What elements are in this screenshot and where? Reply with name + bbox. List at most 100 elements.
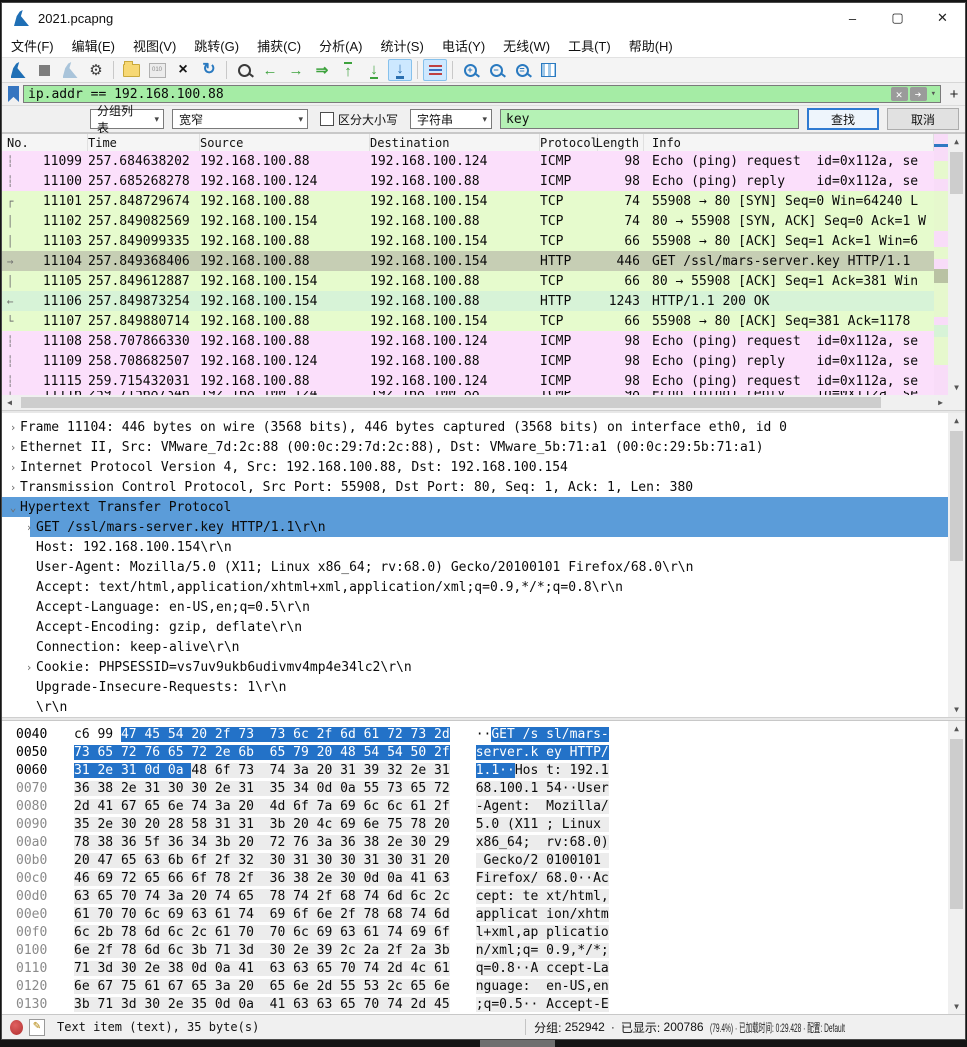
menu-item-捕获C[interactable]: 捕获(C): [248, 33, 310, 57]
packet-row-11102[interactable]: │ 11102 257.849082569 192.168.100.154 192.16…: [2, 211, 934, 231]
hex-row-0090[interactable]: 0090 35 2e 30 20 28 58 31 31 3b 20 4c 69 …: [2, 815, 965, 833]
hex-row-0110[interactable]: 0110 71 3d 30 2e 38 0d 0a 41 63 63 65 70 …: [2, 959, 965, 977]
find-text-input[interactable]: key: [500, 109, 799, 129]
detail-line-5[interactable]: › GET /ssl/mars-server.key HTTP/1.1\r\n: [2, 517, 948, 537]
expert-info-icon[interactable]: [10, 1019, 23, 1035]
reload-button[interactable]: ↻: [197, 59, 221, 81]
scroll-up-icon[interactable]: ▲: [948, 134, 965, 149]
menu-item-无线W[interactable]: 无线(W): [494, 33, 559, 57]
menu-item-跳转G[interactable]: 跳转(G): [185, 33, 248, 57]
hex-row-00e0[interactable]: 00e0 61 70 70 6c 69 63 61 74 69 6f 6e 2f …: [2, 905, 965, 923]
scroll-down-icon[interactable]: ▼: [948, 999, 965, 1014]
filter-bookmark-icon[interactable]: [8, 86, 19, 102]
minimize-button[interactable]: –: [830, 3, 875, 33]
detail-line-2[interactable]: › Internet Protocol Version 4, Src: 192.1…: [2, 457, 948, 477]
detail-line-6[interactable]: Host: 192.168.100.154\r\n: [2, 537, 948, 557]
filter-clear-icon[interactable]: ✕: [890, 87, 908, 101]
maximize-button[interactable]: ▢: [875, 3, 920, 33]
detail-line-12[interactable]: › Cookie: PHPSESSID=vs7uv9ukb6udivmv4mp4e…: [2, 657, 948, 677]
close-file-button[interactable]: ×: [171, 59, 195, 81]
scroll-down-icon[interactable]: ▼: [948, 702, 965, 717]
column-header-protocol[interactable]: Protocol: [540, 134, 598, 151]
hex-row-00d0[interactable]: 00d0 63 65 70 74 3a 20 74 65 78 74 2f 68 …: [2, 887, 965, 905]
hex-row-0130[interactable]: 0130 3b 71 3d 30 2e 35 0d 0a 41 63 63 65 …: [2, 995, 965, 1013]
capture-options-button[interactable]: ⚙: [84, 59, 108, 81]
column-header-time[interactable]: Time: [88, 134, 200, 151]
packet-row-11105[interactable]: │ 11105 257.849612887 192.168.100.154 192.16…: [2, 271, 934, 291]
hex-row-00f0[interactable]: 00f0 6c 2b 78 6d 6c 2c 61 70 70 6c 69 63 …: [2, 923, 965, 941]
expander-closed-icon[interactable]: ›: [6, 481, 20, 494]
menu-item-文件F[interactable]: 文件(F): [2, 33, 63, 57]
detail-line-1[interactable]: › Ethernet II, Src: VMware_7d:2c:88 (00:0…: [2, 437, 948, 457]
go-last-button[interactable]: ↓: [362, 59, 386, 81]
go-to-packet-button[interactable]: ⇒: [310, 59, 334, 81]
find-scope-select[interactable]: 分组列表 ▾: [90, 104, 164, 135]
packet-row-11108[interactable]: ┆ 11108 258.707866330 192.168.100.88 192.168…: [2, 331, 934, 351]
packet-row-11115[interactable]: ┆ 11115 259.715432031 192.168.100.88 192.168…: [2, 371, 934, 391]
detail-line-14[interactable]: \r\n: [2, 697, 948, 717]
hex-row-0040[interactable]: 0040 c6 99 47 45 54 20 2f 73 73 6c 2f 6d …: [2, 725, 965, 743]
packet-row-11099[interactable]: ┆ 11099 257.684638202 192.168.100.88 192.168…: [2, 151, 934, 171]
expander-closed-icon[interactable]: ›: [22, 661, 36, 674]
packet-list-hscrollbar[interactable]: ◀ ▶: [2, 395, 948, 410]
colorize-button[interactable]: [423, 59, 447, 81]
zoom-reset-button[interactable]: =: [510, 59, 534, 81]
close-button[interactable]: ✕: [920, 3, 965, 33]
column-header-source[interactable]: Source: [200, 134, 370, 151]
menu-item-编辑E[interactable]: 编辑(E): [63, 33, 124, 57]
hex-row-0080[interactable]: 0080 2d 41 67 65 6e 74 3a 20 4d 6f 7a 69 …: [2, 797, 965, 815]
scroll-down-icon[interactable]: ▼: [948, 380, 965, 395]
packet-list-vscrollbar[interactable]: ▲ ▼: [948, 134, 965, 395]
resize-columns-button[interactable]: [536, 59, 560, 81]
column-header-destination[interactable]: Destination: [370, 134, 540, 151]
detail-line-13[interactable]: Upgrade-Insecure-Requests: 1\r\n: [2, 677, 948, 697]
auto-scroll-button[interactable]: ↓: [388, 59, 412, 81]
details-vscrollbar[interactable]: ▲ ▼: [948, 413, 965, 717]
capture-comment-icon[interactable]: ✎: [29, 1018, 45, 1036]
column-header-info[interactable]: Info: [644, 134, 934, 151]
packet-list-header[interactable]: No. Time Source Destination Protocol Length In…: [2, 134, 934, 152]
bytes-vscrollbar[interactable]: ▲ ▼: [948, 721, 965, 1014]
detail-line-8[interactable]: Accept: text/html,application/xhtml+xml,…: [2, 577, 948, 597]
detail-line-0[interactable]: › Frame 11104: 446 bytes on wire (3568 bi…: [2, 417, 948, 437]
detail-line-4[interactable]: ⌄ Hypertext Transfer Protocol: [2, 497, 948, 517]
scroll-up-icon[interactable]: ▲: [948, 721, 965, 736]
packet-row-11107[interactable]: └ 11107 257.849880714 192.168.100.88 192.168…: [2, 311, 934, 331]
hex-row-0050[interactable]: 0050 73 65 72 76 65 72 2e 6b 65 79 20 48 …: [2, 743, 965, 761]
packet-row-11103[interactable]: │ 11103 257.849099335 192.168.100.88 192.168…: [2, 231, 934, 251]
menu-item-帮助H[interactable]: 帮助(H): [620, 33, 682, 57]
hex-row-0070[interactable]: 0070 36 38 2e 31 30 30 2e 31 35 34 0d 0a …: [2, 779, 965, 797]
menu-item-电话Y[interactable]: 电话(Y): [433, 33, 494, 57]
go-forward-button[interactable]: →: [284, 59, 308, 81]
menu-item-视图V[interactable]: 视图(V): [124, 33, 185, 57]
expander-closed-icon[interactable]: ›: [6, 461, 20, 474]
column-header-length[interactable]: Length: [596, 134, 644, 151]
case-sensitive-checkbox[interactable]: [320, 112, 334, 126]
hex-row-00c0[interactable]: 00c0 46 69 72 65 66 6f 78 2f 36 38 2e 30 …: [2, 869, 965, 887]
filter-apply-icon[interactable]: ➔: [909, 87, 927, 101]
hex-row-00a0[interactable]: 00a0 78 38 36 5f 36 34 3b 20 72 76 3a 36 …: [2, 833, 965, 851]
packet-row-11104[interactable]: → 11104 257.849368406 192.168.100.88 192.168…: [2, 251, 934, 271]
packet-row-11100[interactable]: ┆ 11100 257.685268278 192.168.100.124 192.16…: [2, 171, 934, 191]
capture-stop-button[interactable]: [32, 59, 56, 81]
packet-row-11106[interactable]: ← 11106 257.849873254 192.168.100.154 192.16…: [2, 291, 934, 311]
find-type-select[interactable]: 字符串 ▾: [410, 109, 493, 129]
detail-line-9[interactable]: Accept-Language: en-US,en;q=0.5\r\n: [2, 597, 948, 617]
menu-item-分析A[interactable]: 分析(A): [310, 33, 371, 57]
detail-line-10[interactable]: Accept-Encoding: gzip, deflate\r\n: [2, 617, 948, 637]
detail-line-7[interactable]: User-Agent: Mozilla/5.0 (X11; Linux x86_…: [2, 557, 948, 577]
packet-row-11109[interactable]: ┆ 11109 258.708682507 192.168.100.124 192.16…: [2, 351, 934, 371]
cancel-button[interactable]: 取消: [887, 108, 959, 130]
scroll-left-icon[interactable]: ◀: [2, 398, 17, 407]
capture-start-button[interactable]: [6, 59, 30, 81]
detail-line-11[interactable]: Connection: keep-alive\r\n: [2, 637, 948, 657]
save-file-button[interactable]: 010: [145, 59, 169, 81]
find-width-select[interactable]: 宽窄 ▾: [172, 109, 308, 129]
go-back-button[interactable]: ←: [258, 59, 282, 81]
go-first-button[interactable]: ↑: [336, 59, 360, 81]
expander-closed-icon[interactable]: ›: [22, 521, 36, 534]
scroll-up-icon[interactable]: ▲: [948, 413, 965, 428]
hex-row-0060[interactable]: 0060 31 2e 31 0d 0a 48 6f 73 74 3a 20 31 …: [2, 761, 965, 779]
column-header-no[interactable]: No.: [2, 134, 88, 151]
capture-restart-button[interactable]: [58, 59, 82, 81]
